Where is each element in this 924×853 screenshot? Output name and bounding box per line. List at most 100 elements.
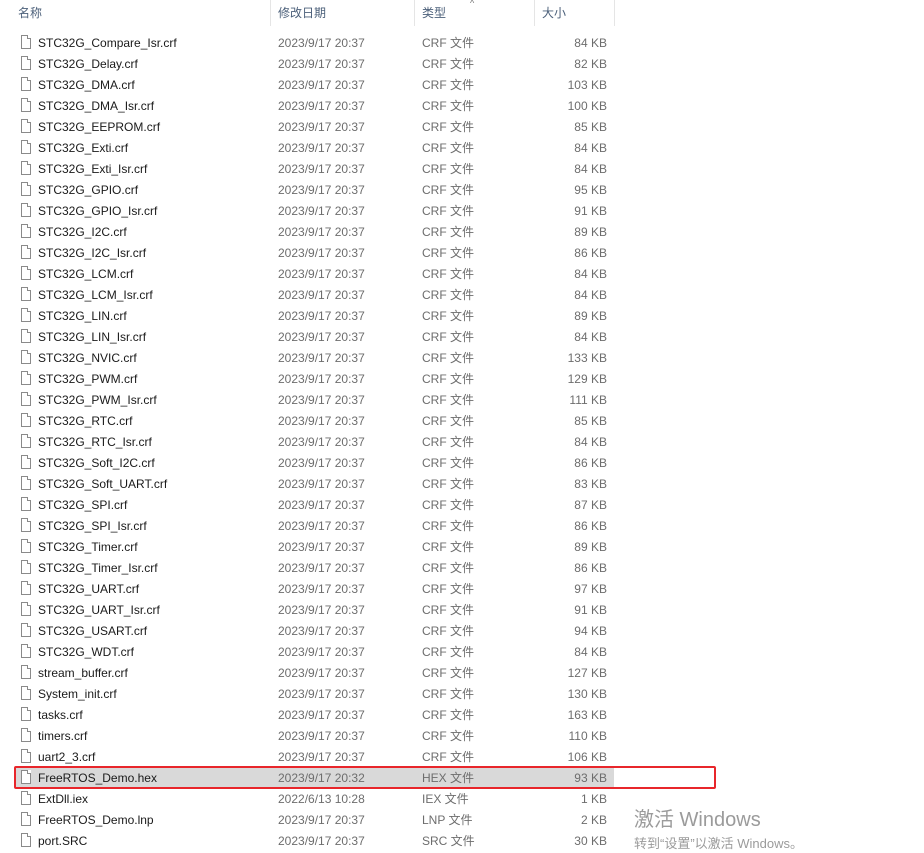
file-row[interactable]: STC32G_Exti.crf 2023/9/17 20:37 CRF 文件 84 K… — [0, 138, 924, 159]
file-date: 2023/9/17 20:37 — [278, 36, 365, 50]
file-icon — [21, 497, 31, 511]
file-row[interactable]: STC32G_Soft_I2C.crf 2023/9/17 20:37 CRF 文件… — [0, 453, 924, 474]
file-row[interactable]: STC32G_LIN.crf 2023/9/17 20:37 CRF 文件 89 KB — [0, 306, 924, 327]
file-icon — [21, 119, 31, 133]
file-row[interactable]: STC32G_I2C.crf 2023/9/17 20:37 CRF 文件 89 KB — [0, 222, 924, 243]
file-size: 103 KB — [567, 78, 607, 92]
file-icon — [21, 791, 31, 805]
file-name: timers.crf — [38, 729, 88, 743]
file-name: STC32G_DMA.crf — [38, 78, 135, 92]
file-row[interactable]: STC32G_RTC_Isr.crf 2023/9/17 20:37 CRF 文件 8… — [0, 432, 924, 453]
file-size: 84 KB — [574, 36, 607, 50]
column-divider[interactable] — [414, 0, 415, 26]
file-row[interactable]: STC32G_SPI.crf 2023/9/17 20:37 CRF 文件 87 KB — [0, 495, 924, 516]
file-row[interactable]: STC32G_I2C_Isr.crf 2023/9/17 20:37 CRF 文件 8… — [0, 243, 924, 264]
file-row[interactable]: timers.crf 2023/9/17 20:37 CRF 文件 110 KB — [0, 726, 924, 747]
file-row[interactable]: STC32G_Exti_Isr.crf 2023/9/17 20:37 CRF 文件… — [0, 159, 924, 180]
file-row[interactable]: STC32G_RTC.crf 2023/9/17 20:37 CRF 文件 85 KB — [0, 411, 924, 432]
column-header-date[interactable]: 修改日期 — [278, 0, 326, 26]
file-name: STC32G_Exti_Isr.crf — [38, 162, 148, 176]
file-row[interactable]: STC32G_GPIO_Isr.crf 2023/9/17 20:37 CRF 文件… — [0, 201, 924, 222]
file-row[interactable]: STC32G_EEPROM.crf 2023/9/17 20:37 CRF 文件 85… — [0, 117, 924, 138]
file-list: STC32G_Compare_Isr.crf 2023/9/17 20:37 CRF… — [0, 33, 924, 852]
file-row[interactable]: STC32G_PWM_Isr.crf 2023/9/17 20:37 CRF 文件 1… — [0, 390, 924, 411]
column-divider[interactable] — [614, 0, 615, 26]
file-type: CRF 文件 — [422, 498, 474, 512]
file-row[interactable]: STC32G_Timer_Isr.crf 2023/9/17 20:37 CRF 文… — [0, 558, 924, 579]
file-row[interactable]: STC32G_WDT.crf 2023/9/17 20:37 CRF 文件 84 KB — [0, 642, 924, 663]
file-size: 91 KB — [574, 204, 607, 218]
file-icon — [21, 581, 31, 595]
file-type: CRF 文件 — [422, 519, 474, 533]
file-row[interactable]: STC32G_LCM.crf 2023/9/17 20:37 CRF 文件 84 KB — [0, 264, 924, 285]
file-row[interactable]: FreeRTOS_Demo.hex 2023/9/17 20:32 HEX 文件 93… — [0, 766, 924, 789]
file-row[interactable]: uart2_3.crf 2023/9/17 20:37 CRF 文件 106 KB — [0, 747, 924, 768]
file-type: HEX 文件 — [422, 771, 475, 785]
file-name: FreeRTOS_Demo.hex — [38, 771, 157, 785]
column-header-name[interactable]: 名称 — [18, 0, 42, 26]
file-size: 91 KB — [574, 603, 607, 617]
file-size: 2 KB — [580, 813, 607, 827]
file-icon — [21, 140, 31, 154]
file-name: STC32G_LIN.crf — [38, 309, 127, 323]
file-date: 2023/9/17 20:37 — [278, 645, 365, 659]
file-row[interactable]: STC32G_DMA.crf 2023/9/17 20:37 CRF 文件 103 K… — [0, 75, 924, 96]
file-type: CRF 文件 — [422, 393, 474, 407]
file-date: 2023/9/17 20:37 — [278, 603, 365, 617]
file-type: CRF 文件 — [422, 687, 474, 701]
file-icon — [21, 455, 31, 469]
file-row[interactable]: STC32G_UART_Isr.crf 2023/9/17 20:37 CRF 文件… — [0, 600, 924, 621]
file-type: CRF 文件 — [422, 225, 474, 239]
file-row[interactable]: STC32G_Compare_Isr.crf 2023/9/17 20:37 CRF… — [0, 33, 924, 54]
column-divider[interactable] — [270, 0, 271, 26]
file-icon — [21, 161, 31, 175]
file-row[interactable]: STC32G_LIN_Isr.crf 2023/9/17 20:37 CRF 文件 8… — [0, 327, 924, 348]
file-type: CRF 文件 — [422, 267, 474, 281]
file-type: CRF 文件 — [422, 162, 474, 176]
file-size: 85 KB — [574, 120, 607, 134]
file-row[interactable]: System_init.crf 2023/9/17 20:37 CRF 文件 130 … — [0, 684, 924, 705]
file-row[interactable]: STC32G_LCM_Isr.crf 2023/9/17 20:37 CRF 文件 8… — [0, 285, 924, 306]
file-date: 2023/9/17 20:37 — [278, 267, 365, 281]
file-row[interactable]: STC32G_Delay.crf 2023/9/17 20:37 CRF 文件 82 … — [0, 54, 924, 75]
sort-ascending-icon: ^ — [470, 0, 475, 8]
file-row[interactable]: STC32G_DMA_Isr.crf 2023/9/17 20:37 CRF 文件 1… — [0, 96, 924, 117]
file-date: 2023/9/17 20:37 — [278, 477, 365, 491]
file-size: 83 KB — [574, 477, 607, 491]
file-row[interactable]: ExtDll.iex 2022/6/13 10:28 IEX 文件 1 KB — [0, 789, 924, 810]
file-size: 110 KB — [568, 729, 607, 743]
column-header-type[interactable]: 类型 — [422, 0, 446, 26]
file-date: 2023/9/17 20:37 — [278, 204, 365, 218]
file-row[interactable]: STC32G_SPI_Isr.crf 2023/9/17 20:37 CRF 文件 8… — [0, 516, 924, 537]
file-row[interactable]: STC32G_GPIO.crf 2023/9/17 20:37 CRF 文件 95 K… — [0, 180, 924, 201]
file-type: CRF 文件 — [422, 456, 474, 470]
file-type: CRF 文件 — [422, 99, 474, 113]
column-header-size[interactable]: 大小 — [542, 0, 566, 26]
column-divider[interactable] — [534, 0, 535, 26]
file-icon — [21, 434, 31, 448]
file-size: 86 KB — [574, 561, 607, 575]
file-row[interactable]: STC32G_USART.crf 2023/9/17 20:37 CRF 文件 94 … — [0, 621, 924, 642]
file-type: CRF 文件 — [422, 141, 474, 155]
file-type: CRF 文件 — [422, 204, 474, 218]
file-icon — [21, 749, 31, 763]
file-row[interactable]: tasks.crf 2023/9/17 20:37 CRF 文件 163 KB — [0, 705, 924, 726]
file-date: 2023/9/17 20:37 — [278, 183, 365, 197]
file-row[interactable]: STC32G_PWM.crf 2023/9/17 20:37 CRF 文件 129 K… — [0, 369, 924, 390]
file-date: 2023/9/17 20:37 — [278, 624, 365, 638]
file-name: port.SRC — [38, 834, 88, 848]
file-date: 2023/9/17 20:37 — [278, 729, 365, 743]
file-size: 84 KB — [574, 162, 607, 176]
file-row[interactable]: STC32G_Timer.crf 2023/9/17 20:37 CRF 文件 89 … — [0, 537, 924, 558]
file-row[interactable]: STC32G_NVIC.crf 2023/9/17 20:37 CRF 文件 133 … — [0, 348, 924, 369]
file-row[interactable]: STC32G_UART.crf 2023/9/17 20:37 CRF 文件 97 K… — [0, 579, 924, 600]
file-date: 2023/9/17 20:37 — [278, 330, 365, 344]
file-type: CRF 文件 — [422, 246, 474, 260]
file-type: CRF 文件 — [422, 603, 474, 617]
file-row[interactable]: STC32G_Soft_UART.crf 2023/9/17 20:37 CRF 文… — [0, 474, 924, 495]
file-size: 89 KB — [574, 540, 607, 554]
file-row[interactable]: stream_buffer.crf 2023/9/17 20:37 CRF 文件 12… — [0, 663, 924, 684]
file-date: 2023/9/17 20:32 — [278, 771, 365, 785]
file-icon — [21, 203, 31, 217]
file-type: LNP 文件 — [422, 813, 473, 827]
